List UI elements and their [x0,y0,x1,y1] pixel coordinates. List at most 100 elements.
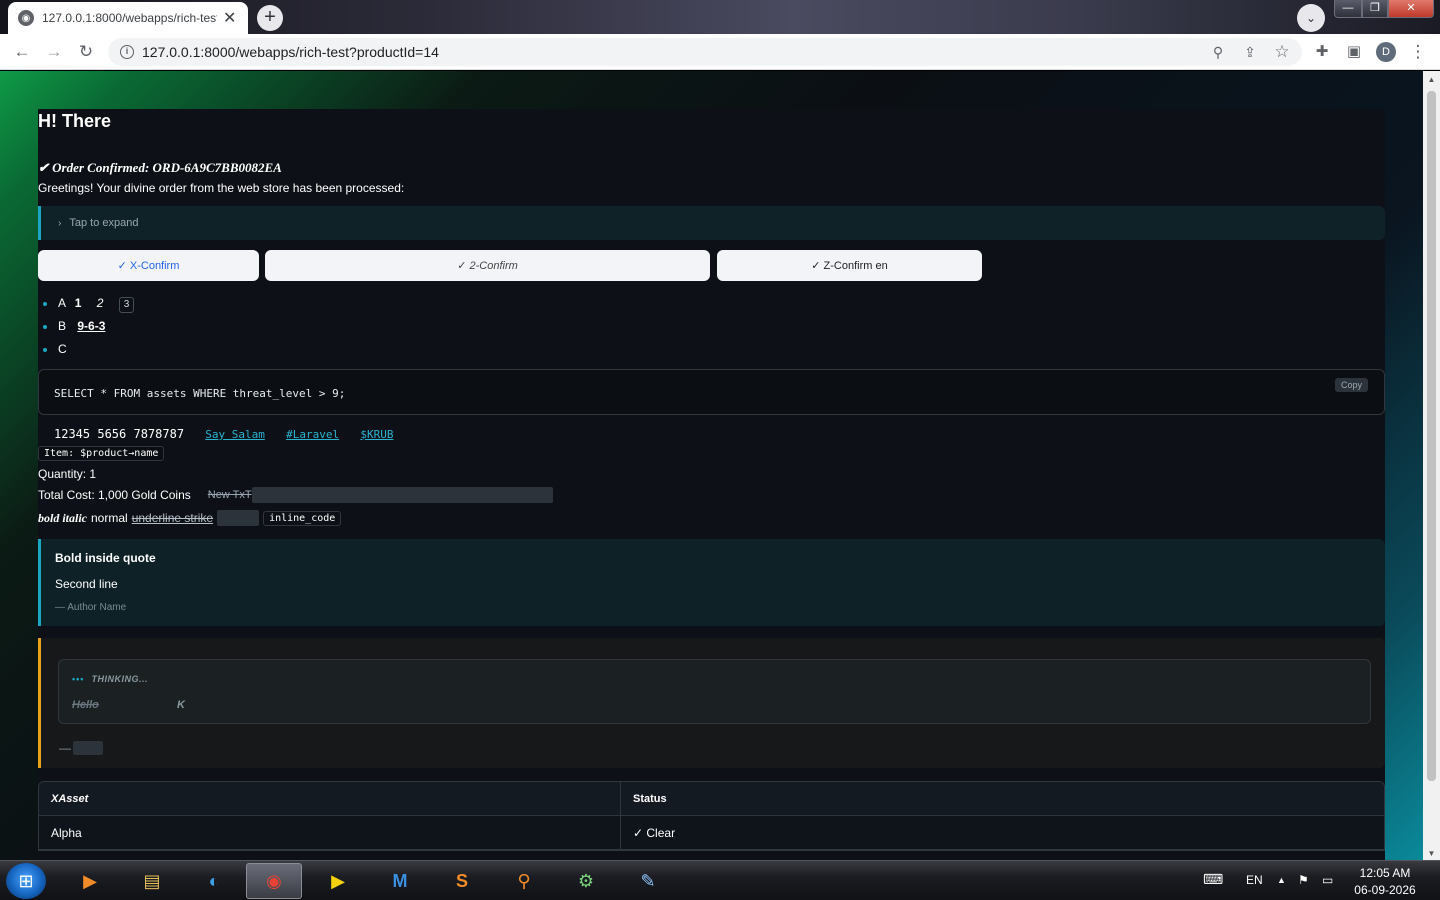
chevron-right-icon: › [58,217,62,229]
table-cell: Alpha [39,816,621,849]
scroll-up-arrow-icon[interactable]: ▲ [1423,75,1440,84]
thinking-strike-text: Hello [72,699,99,711]
z-confirm-button[interactable]: ✓ Z-Confirm en [717,250,982,281]
thinking-dots-icon: ••• [72,674,85,684]
list-item-bold: 1 [74,296,82,310]
redacted-block [217,510,260,526]
code-text: SELECT * FROM assets WHERE threat_level … [54,387,346,400]
page-scrollbar[interactable]: ▲ ▼ [1423,71,1440,860]
player-app-icon[interactable]: ▶ [310,863,366,899]
scrollbar-thumb[interactable] [1427,91,1436,781]
order-confirmed-line: ✔ Order Confirmed: ORD-6A9C7BB0082EA [38,160,282,175]
tab-title: 127.0.0.1:8000/webapps/rich-test [42,11,217,25]
table-header-row: XAsset Status [39,782,1384,816]
inline-code: inline_code [263,510,342,526]
address-bar[interactable]: i 127.0.0.1:8000/webapps/rich-test?produ… [108,38,1302,66]
search-magnifier-icon[interactable]: ⚲ [496,863,552,899]
globe-icon: ◉ [18,10,34,26]
sublime-text-icon[interactable]: S [434,863,490,899]
new-tab-button[interactable]: + [257,5,283,31]
list-item: A 1 2 3 [38,292,135,315]
list-item: B 9-6-3 [38,315,134,338]
link-laravel[interactable]: #Laravel [286,428,339,441]
greeting-text: Greetings! Your divine order from the we… [38,181,405,195]
taskbar: ⊞ ▶ ▤ ◐ ◉ ▶ M S ⚲ ⚙ ✎ ⌨ EN ▲ ⚑ ▭ 12:05 A… [0,860,1440,900]
redacted-block [73,741,103,755]
list-item-label: C [58,342,67,356]
quantity-text: Quantity: 1 [38,467,97,481]
table-cell: ✓ Clear [633,825,676,840]
x-confirm-button[interactable]: ✓ X-Confirm [38,250,259,281]
thinking-label-text: THINKING... [91,674,148,684]
list-item-italic: 2 [96,296,104,310]
link-say-salam[interactable]: Say Salam [205,428,265,441]
underline-strike-text: underline strike [131,511,214,525]
table-row: Alpha ✓ Clear [39,816,1384,850]
format-row: bold italic normal underline strike inli… [38,510,342,526]
chrome-browser-icon[interactable]: ◉ [246,863,302,899]
2-confirm-button[interactable]: ✓ 2-Confirm [265,250,710,281]
quote-line-1: Bold inside quote [55,551,156,565]
share-icon[interactable]: ⇪ [1238,40,1262,64]
paint-app-icon[interactable]: ✎ [620,863,676,899]
asset-table: XAsset Status Alpha ✓ Clear [38,781,1385,851]
window-minimize-button[interactable]: — [1334,0,1362,18]
action-center-flag-icon[interactable]: ⚑ [1298,873,1309,887]
scroll-down-arrow-icon[interactable]: ▼ [1423,849,1440,858]
keyboard-icon[interactable]: ⌨ [1203,871,1223,888]
redacted-bar [251,487,553,503]
content-card: H! There ✔ Order Confirmed: ORD-6A9C7BB0… [38,109,1385,860]
browser-title-bar: ◉ 127.0.0.1:8000/webapps/rich-test ✕ + ⌄… [0,0,1440,34]
start-button-windows-icon[interactable]: ⊞ [6,863,46,899]
strike-text: New TxT [207,489,252,501]
m-app-icon[interactable]: M [372,863,428,899]
language-indicator[interactable]: EN [1246,873,1263,887]
link-krub[interactable]: $KRUB [360,428,393,441]
tab-search-chevron-icon[interactable]: ⌄ [1297,4,1325,32]
extensions-puzzle-icon[interactable]: ✚ [1310,40,1334,64]
clock-time: 12:05 AM [1359,866,1411,880]
item-code: Item: $product→name [38,446,165,461]
blockquote: Bold inside quote Second line — Author N… [38,539,1385,626]
quote-author: — Author Name [55,602,127,613]
expand-details[interactable]: › Tap to expand [38,206,1385,240]
address-url[interactable]: 127.0.0.1:8000/webapps/rich-test?product… [142,44,439,60]
tools-app-icon[interactable]: ⚙ [558,863,614,899]
tab-close-icon[interactable]: ✕ [223,8,236,28]
thinking-panel: ••• THINKING... Hello K — [38,638,1385,768]
expand-label: Tap to expand [69,217,139,229]
thinking-label: ••• THINKING... [72,674,148,684]
list-item-label: B [58,319,67,333]
table-header-status: Status [633,792,667,805]
reload-icon[interactable]: ↻ [74,40,98,64]
forward-arrow-icon[interactable]: → [42,40,66,64]
media-player-icon[interactable]: ▶ [62,863,118,899]
side-panel-icon[interactable]: ▣ [1342,40,1366,64]
window-maximize-button[interactable]: ❐ [1362,0,1388,18]
system-clock[interactable]: 12:05 AM 06-09-2026 [1350,865,1420,899]
kebab-menu-icon[interactable]: ⋮ [1406,40,1430,64]
profile-avatar[interactable]: D [1376,42,1396,62]
bullet-list: A 1 2 3 B 9-6-3 C [38,292,135,361]
browser-tab[interactable]: ◉ 127.0.0.1:8000/webapps/rich-test ✕ [8,2,248,34]
quote-line-2: Second line [55,577,118,591]
bookmark-star-icon[interactable]: ☆ [1270,40,1294,64]
bold-italic-text: bold italic [38,510,87,525]
copy-button[interactable]: Copy [1334,378,1368,392]
page-viewport: H! There ✔ Order Confirmed: ORD-6A9C7BB0… [0,71,1423,860]
file-explorer-icon[interactable]: ▤ [124,863,180,899]
total-cost-row: Total Cost: 1,000 Gold Coins New TxT [38,487,553,503]
list-item-value: 9-6-3 [77,319,106,333]
edge-browser-icon[interactable]: ◐ [186,863,242,899]
list-item-label: A [58,296,66,310]
window-close-button[interactable]: ✕ [1388,0,1434,18]
site-info-icon[interactable]: i [120,45,134,59]
thinking-footer: — [59,741,103,755]
list-item: C [38,338,134,361]
tray-expand-icon[interactable]: ▲ [1277,875,1286,885]
inline-number-code: 12345 5656 7878787 [54,427,185,441]
clock-date: 06-09-2026 [1354,883,1416,897]
zoom-icon[interactable]: ⚲ [1206,40,1230,64]
back-arrow-icon[interactable]: ← [10,40,34,64]
network-icon[interactable]: ▭ [1322,873,1333,887]
